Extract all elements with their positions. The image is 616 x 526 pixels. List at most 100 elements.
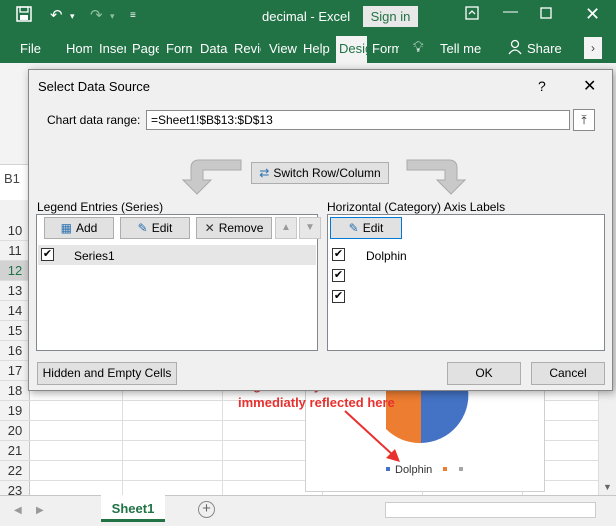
category-checkbox[interactable]: ✔ (332, 248, 345, 261)
window-title: decimal - Excel (262, 9, 351, 24)
tab-home[interactable]: Hom (66, 41, 92, 56)
chart-data-range-label: Chart data range: (47, 113, 141, 127)
edit-axis-label: Edit (362, 221, 384, 235)
row-header[interactable]: 11 (0, 241, 30, 261)
tab-view[interactable]: View (269, 41, 297, 56)
axis-labels-header: Horizontal (Category) Axis Labels (327, 200, 506, 214)
horizontal-scrollbar[interactable] (385, 502, 596, 518)
tab-insert[interactable]: Inser (99, 41, 126, 56)
gridline (222, 390, 223, 495)
gridline (122, 390, 123, 495)
ok-button[interactable]: OK (447, 362, 521, 385)
remove-series-button[interactable]: ✕ Remove (196, 217, 272, 239)
row-header[interactable]: 13 (0, 281, 30, 301)
category-checkbox[interactable]: ✔ (332, 269, 345, 282)
tab-file[interactable]: File (20, 41, 41, 56)
redo-icon[interactable]: ↷ (90, 6, 103, 24)
tab-help[interactable]: Help (303, 41, 331, 56)
tell-me-search[interactable]: Tell me (440, 41, 481, 56)
dialog-title: Select Data Source (38, 79, 151, 94)
row-headers: 10 11 12 13 14 15 16 17 18 19 20 21 22 2… (0, 200, 30, 501)
remove-label: Remove (218, 221, 264, 235)
tab-data[interactable]: Data (200, 41, 228, 56)
row-header[interactable]: 19 (0, 401, 30, 421)
name-box[interactable]: B1 (4, 171, 28, 191)
tab-review[interactable]: Revie (234, 41, 261, 56)
maximize-icon[interactable] (540, 6, 552, 23)
row-header[interactable]: 17 (0, 361, 30, 381)
sign-in-button[interactable]: Sign in (363, 6, 418, 27)
category-list-item[interactable]: ✔ Dolphin (329, 245, 603, 265)
row-header[interactable]: 22 (0, 461, 30, 481)
person-icon (508, 39, 522, 58)
annotation-arrow (344, 410, 400, 462)
row-header[interactable]: 20 (0, 421, 30, 441)
next-sheet-icon[interactable]: ▶ (36, 505, 44, 516)
customize-toolbar-icon[interactable]: ≡ (130, 10, 136, 21)
add-sheet-icon[interactable]: + (198, 501, 215, 518)
save-icon[interactable] (16, 6, 32, 26)
edit-icon: ✎ (137, 221, 148, 235)
ribbon-scroll-right-icon[interactable]: › (584, 37, 602, 59)
collapse-dialog-button[interactable]: ⤒ (573, 109, 595, 131)
undo-dropdown-icon[interactable]: ▾ (70, 11, 75, 22)
collapse-up-icon: ⤒ (581, 113, 587, 127)
series-checkbox[interactable]: ✔ (41, 248, 54, 261)
add-series-button[interactable]: ▦ Add (44, 217, 114, 239)
add-label: Add (75, 221, 98, 235)
ribbon-tabs: File Hom Inser Page Form Data Revie View… (0, 33, 616, 63)
category-list-item[interactable]: ✔ (329, 266, 603, 286)
select-data-source-dialog: Select Data Source ? ✕ Chart data range:… (28, 69, 613, 391)
sheet-tab-sheet1[interactable]: Sheet1 (101, 495, 165, 522)
tab-formulas[interactable]: Form (166, 41, 192, 56)
lightbulb-icon[interactable]: 💡︎ (413, 39, 424, 56)
edit-icon: ✎ (348, 221, 359, 235)
title-bar: ↶ ▾ ↷ ▾ ≡ decimal - Excel Sign in — ✕ (0, 0, 616, 33)
share-button[interactable]: Share (527, 41, 562, 56)
redo-dropdown-icon[interactable]: ▾ (110, 11, 115, 22)
category-checkbox[interactable]: ✔ (332, 290, 345, 303)
move-down-icon[interactable]: ▼ (299, 217, 321, 239)
edit-axis-labels-button[interactable]: ✎ Edit (330, 217, 402, 239)
remove-icon: ✕ (204, 221, 215, 235)
legend-entries-header: Legend Entries (Series) (37, 200, 164, 214)
minimize-icon[interactable]: — (503, 3, 518, 20)
category-list-item[interactable]: ✔ (329, 287, 603, 307)
prev-sheet-icon[interactable]: ◀ (14, 505, 22, 516)
row-header[interactable]: 15 (0, 321, 30, 341)
edit-series-button[interactable]: ✎ Edit (120, 217, 190, 239)
scroll-down-icon[interactable]: ▼ (603, 482, 612, 492)
undo-icon[interactable]: ↶ (50, 6, 63, 24)
pie-slice-1 (421, 389, 469, 443)
legend-entries-panel: ▦ Add ✎ Edit ✕ Remove ▲ ▼ ✔ Series1 (36, 214, 321, 351)
switch-row-column-button[interactable]: ⇄ Switch Row/Column (251, 162, 389, 184)
add-icon: ▦ (60, 221, 72, 235)
row-header[interactable]: 18 (0, 381, 30, 401)
swap-right-arrow-icon (405, 156, 471, 204)
cancel-button[interactable]: Cancel (531, 362, 605, 385)
row-header[interactable]: 14 (0, 301, 30, 321)
tab-format[interactable]: Form (372, 41, 399, 56)
hidden-empty-cells-button[interactable]: Hidden and Empty Cells (37, 362, 177, 385)
chart-data-range-input[interactable] (146, 110, 570, 130)
row-header[interactable]: 21 (0, 441, 30, 461)
edit-label: Edit (151, 221, 173, 235)
switch-label: Switch Row/Column (273, 166, 381, 180)
legend-swatch-2 (443, 467, 447, 471)
close-dialog-icon[interactable]: ✕ (583, 76, 596, 96)
tab-page-layout[interactable]: Page (132, 41, 159, 56)
series-label: Series1 (74, 249, 115, 263)
row-header[interactable]: 10 (0, 221, 30, 241)
swap-left-arrow-icon (177, 156, 243, 204)
tab-chart-design[interactable]: Desig (336, 36, 367, 63)
help-icon[interactable]: ? (538, 78, 546, 94)
close-window-icon[interactable]: ✕ (585, 4, 600, 25)
series-list-item[interactable]: ✔ Series1 (38, 245, 316, 265)
row-header-selected[interactable]: 12 (0, 261, 30, 281)
move-up-icon[interactable]: ▲ (275, 217, 297, 239)
switch-icon: ⇄ (259, 166, 270, 180)
ribbon-display-options-icon[interactable] (465, 6, 479, 24)
category-label: Dolphin (366, 249, 407, 263)
row-header[interactable]: 16 (0, 341, 30, 361)
axis-labels-panel: ✎ Edit ✔ Dolphin ✔ ✔ (327, 214, 605, 351)
